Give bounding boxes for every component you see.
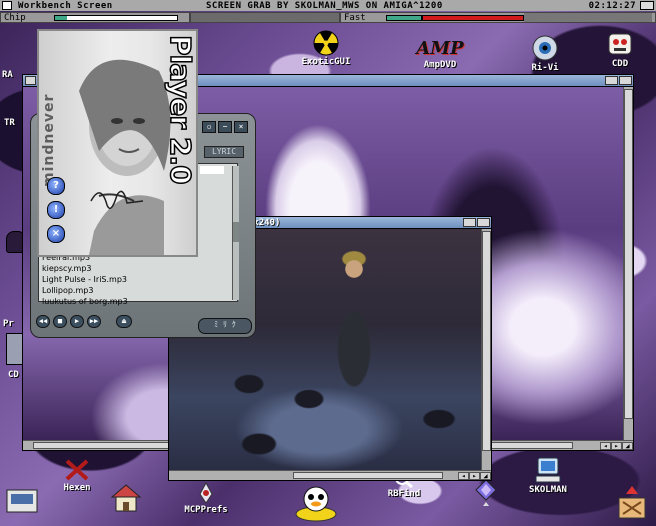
desktop-icon-mcpprefs[interactable]: MCPPrefs [176, 482, 236, 515]
list-item[interactable]: kiepscy.mp3 [39, 263, 237, 274]
scroll-knob[interactable] [293, 472, 443, 479]
eye-icon [532, 35, 558, 61]
desktop-icon-hexen[interactable]: Hexen [52, 458, 102, 493]
icon-label: AmpDVD [423, 60, 457, 70]
demo-vertical-scrollbar[interactable] [481, 229, 491, 470]
minimize-icon[interactable]: ▫ [202, 121, 216, 133]
partial-label-ra[interactable]: RA [2, 70, 13, 80]
equalizer-button[interactable]: ﾐ ﾘ ｸ [198, 318, 252, 334]
disk-icon [6, 489, 38, 513]
desktop-icon-gem[interactable] [474, 478, 498, 509]
amp-logo-icon: AMP [416, 38, 464, 59]
chip-gauge-track [190, 12, 340, 23]
desktop-icon-disk[interactable] [4, 486, 40, 517]
partial-label-tr[interactable]: TR [4, 118, 15, 128]
playlist-scrollbar[interactable] [232, 166, 239, 300]
player-cover-art: mindnever Player 2.0 ? ! × [37, 29, 198, 257]
icon-label: Ri-Vi [531, 63, 559, 73]
shade-icon[interactable]: − [218, 121, 232, 133]
scroll-knob[interactable] [624, 89, 633, 419]
stop-button[interactable]: ■ [53, 315, 67, 328]
resize-gadget[interactable]: ◢ [480, 471, 491, 480]
icon-label: CDD [611, 59, 629, 69]
resize-gadget[interactable]: ◢ [622, 441, 633, 450]
trash-icon [618, 486, 646, 519]
zoom-gadget[interactable] [605, 76, 618, 85]
desktop-icon-ampdvd[interactable]: AMP AmpDVD [412, 38, 468, 70]
partial-label-pr[interactable]: Pr [3, 319, 14, 329]
icon-label: RBFind [387, 489, 421, 499]
brand-vertical-text: mindnever [41, 93, 57, 187]
clock: 02:12:27 [588, 0, 636, 11]
scroll-right-arrow-icon[interactable]: ▸ [469, 471, 480, 480]
play-button[interactable]: ▶ [70, 315, 84, 328]
screen-title: Workbench Screen [18, 0, 113, 11]
screen-grab-credit: SCREEN GRAB BY SKOLMAN_MWS ON AMIGA^1200 [206, 0, 443, 11]
zoom-gadget[interactable] [463, 218, 476, 227]
close-gadget[interactable] [25, 76, 36, 85]
chip-gauge [54, 14, 178, 21]
tab-lyric[interactable]: LYRIC [204, 146, 244, 158]
desktop-icon-duck[interactable] [290, 484, 342, 523]
selected-row-highlight [200, 166, 224, 174]
close-gadget[interactable] [2, 1, 12, 10]
close-icon[interactable]: × [234, 121, 248, 133]
signature [90, 190, 144, 210]
fast-gauge-rest [524, 13, 652, 22]
depth-gadget[interactable] [640, 1, 654, 10]
icon-label: Hexen [63, 483, 91, 493]
hexen-icon [65, 459, 89, 481]
player-window-controls: ▫ − × [202, 121, 252, 133]
info-icon[interactable]: ! [47, 201, 65, 219]
computer-icon [535, 457, 561, 483]
scroll-left-arrow-icon[interactable]: ◂ [458, 471, 469, 480]
list-item[interactable]: Lollipop.mp3 [39, 285, 237, 296]
close-icon[interactable]: × [47, 225, 65, 243]
icon-label: SKOLMAN [529, 485, 567, 495]
duck-icon [295, 486, 337, 522]
scroll-knob[interactable] [233, 222, 239, 242]
scroll-knob[interactable] [482, 231, 491, 451]
fast-memory: Fast [340, 12, 656, 23]
desktop-icon-cdd[interactable]: CDD [600, 30, 640, 69]
desktop-icon-exoticgui[interactable]: ExoticGUI [296, 30, 356, 67]
desktop-icon-rivi[interactable]: Ri-Vi [525, 34, 565, 73]
list-item[interactable]: Light Pulse - IriS.mp3 [39, 274, 237, 285]
list-item[interactable]: luukutus of borg.mp3 [39, 296, 237, 307]
prev-button[interactable]: ◀◀ [36, 315, 50, 328]
cover-buttons: ? ! × [47, 177, 67, 243]
partial-label-cd[interactable]: CD [8, 370, 19, 380]
scroll-right-arrow-icon[interactable]: ▸ [611, 441, 622, 450]
fast-gauge-red [422, 14, 524, 21]
chip-gauge-fill [55, 15, 68, 20]
anim-vertical-scrollbar[interactable] [623, 87, 633, 441]
radiation-icon [313, 30, 339, 56]
next-button[interactable]: ▶▶ [87, 315, 101, 328]
chip-memory: Chip [0, 12, 190, 23]
icon-label: ExoticGUI [301, 57, 351, 67]
fast-label: Fast [344, 12, 366, 23]
home-icon [110, 484, 142, 512]
scroll-left-arrow-icon[interactable]: ◂ [600, 441, 611, 450]
help-icon[interactable]: ? [47, 177, 65, 195]
desktop-icon-trash[interactable] [612, 484, 652, 521]
gem-icon [475, 479, 497, 506]
icon-label: MCPPrefs [184, 505, 228, 515]
memory-bar: Chip Fast [0, 12, 656, 23]
fast-gauge-green [386, 14, 422, 21]
chip-label: Chip [4, 12, 26, 23]
demo-horizontal-scrollbar[interactable]: ◂ ▸ ◢ [169, 470, 491, 480]
desktop-icon-home[interactable] [106, 482, 146, 513]
depth-gadget[interactable] [477, 218, 490, 227]
desktop-icon-skolman[interactable]: SKOLMAN [516, 456, 580, 495]
product-title: Player 2.0 [163, 34, 198, 184]
eject-button[interactable]: ⏏ [116, 315, 132, 328]
prefs-icon [199, 482, 213, 504]
cd-drive-icon [608, 33, 632, 55]
depth-gadget[interactable] [619, 76, 632, 85]
